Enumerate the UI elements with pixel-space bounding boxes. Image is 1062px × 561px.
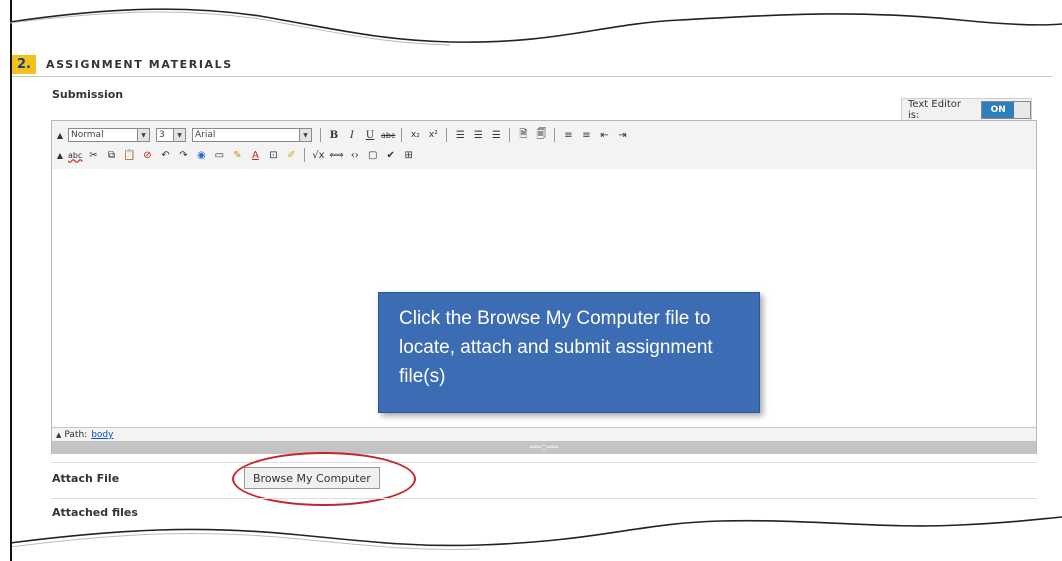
path-body-link[interactable]: body: [91, 430, 113, 440]
superscript-button[interactable]: x²: [426, 128, 440, 142]
editor-path-bar: ▲ Path: body: [52, 427, 1036, 442]
collapse-path-icon[interactable]: ▲: [56, 431, 61, 439]
row-divider: [51, 462, 1037, 463]
bold-button[interactable]: B: [327, 128, 341, 142]
text-editor-label: Text Editor is:: [908, 99, 961, 121]
outdent-icon[interactable]: ⇤: [597, 128, 611, 142]
font-family-select[interactable]: Arial ▼: [192, 128, 312, 142]
subscript-button[interactable]: x₂: [408, 128, 422, 142]
torn-edge-bottom: [0, 516, 1062, 561]
toolbar-separator: [320, 128, 321, 142]
editor-resize-handle[interactable]: ══◇══: [52, 441, 1036, 454]
section-title: ASSIGNMENT MATERIALS: [45, 57, 233, 71]
toolbar-separator: [304, 148, 306, 162]
strikethrough-button[interactable]: abc: [381, 128, 395, 142]
cut-icon[interactable]: ✂: [86, 148, 100, 162]
font-family-value: Arial: [195, 130, 216, 140]
replace-icon[interactable]: 🗐: [534, 128, 548, 142]
undo-icon[interactable]: ↶: [158, 148, 172, 162]
format-select[interactable]: Normal ▼: [68, 128, 150, 142]
spellcheck-icon[interactable]: ✔: [384, 148, 398, 162]
attach-file-label: Attach File: [52, 472, 120, 485]
toolbar-row-1: ▲ Normal ▼ 3 ▼ Arial ▼ B I U abc x₂ x² ☰ ☰ …: [56, 125, 633, 145]
editor-toolbar: ▲ Normal ▼ 3 ▼ Arial ▼ B I U abc x₂ x² ☰ ☰ …: [52, 121, 1036, 170]
align-left-icon[interactable]: ☰: [453, 128, 467, 142]
numbered-list-icon[interactable]: ≡: [561, 128, 575, 142]
font-size-select[interactable]: 3 ▼: [156, 128, 186, 142]
align-center-icon[interactable]: ☰: [471, 128, 485, 142]
section-header: 2. ASSIGNMENT MATERIALS: [12, 54, 233, 74]
collapse-toolbar-icon[interactable]: ▲: [56, 148, 64, 162]
text-editor-toggle[interactable]: ON: [981, 101, 1031, 119]
text-editor-toggle-group: Text Editor is: ON: [901, 98, 1032, 122]
redo-icon[interactable]: ↷: [176, 148, 190, 162]
section-number: 2.: [12, 54, 36, 74]
copy-icon[interactable]: ⧉: [104, 148, 118, 162]
code-icon[interactable]: ‹›: [348, 148, 362, 162]
toggle-off-state: [1014, 102, 1030, 118]
chevron-down-icon: ▼: [137, 129, 149, 141]
underline-button[interactable]: U: [363, 128, 377, 142]
toolbar-row-2: ▲ abc ✂ ⧉ 📋 ⊘ ↶ ↷ ◉ ▭ ✎ A ⊡ ✐ √x ⟺ ‹› ▢ …: [56, 145, 420, 165]
paste-icon[interactable]: 📋: [122, 148, 136, 162]
toolbar-separator: [446, 128, 448, 142]
spellcheck-button[interactable]: abc: [68, 148, 82, 162]
italic-button[interactable]: I: [345, 128, 359, 142]
html-source-icon[interactable]: ⟺: [329, 148, 343, 162]
instruction-callout: Click the Browse My Computer file to loc…: [378, 292, 760, 413]
submission-label: Submission: [52, 88, 124, 101]
font-size-value: 3: [159, 130, 165, 140]
remove-format-icon[interactable]: ⊘: [140, 148, 154, 162]
insert-image-icon[interactable]: ⊡: [266, 148, 280, 162]
toolbar-separator: [554, 128, 556, 142]
bulleted-list-icon[interactable]: ≡: [579, 128, 593, 142]
table-icon[interactable]: ▭: [212, 148, 226, 162]
link-icon[interactable]: ◉: [194, 148, 208, 162]
pen-icon[interactable]: ✎: [230, 148, 244, 162]
chevron-down-icon: ▼: [299, 129, 311, 141]
frame-left-edge: [10, 540, 12, 561]
highlight-icon[interactable]: ✐: [284, 148, 298, 162]
format-select-value: Normal: [71, 130, 104, 140]
find-icon[interactable]: 🗎: [516, 128, 530, 142]
chevron-down-icon: ▼: [173, 129, 185, 141]
math-editor-icon[interactable]: √x: [311, 148, 325, 162]
fullscreen-icon[interactable]: ▢: [366, 148, 380, 162]
text-color-icon[interactable]: A: [248, 148, 262, 162]
path-label: Path:: [64, 430, 88, 440]
toolbar-separator: [401, 128, 403, 142]
callout-text: Click the Browse My Computer file to loc…: [399, 308, 713, 387]
torn-edge-top: [9, 8, 1062, 46]
preview-icon[interactable]: ⊞: [402, 148, 416, 162]
collapse-toolbar-icon[interactable]: ▲: [56, 128, 64, 142]
toggle-on-state: ON: [982, 102, 1015, 118]
row-divider: [51, 498, 1037, 499]
section-divider: [12, 76, 1052, 77]
indent-icon[interactable]: ⇥: [615, 128, 629, 142]
toolbar-separator: [509, 128, 511, 142]
align-right-icon[interactable]: ☰: [489, 128, 503, 142]
